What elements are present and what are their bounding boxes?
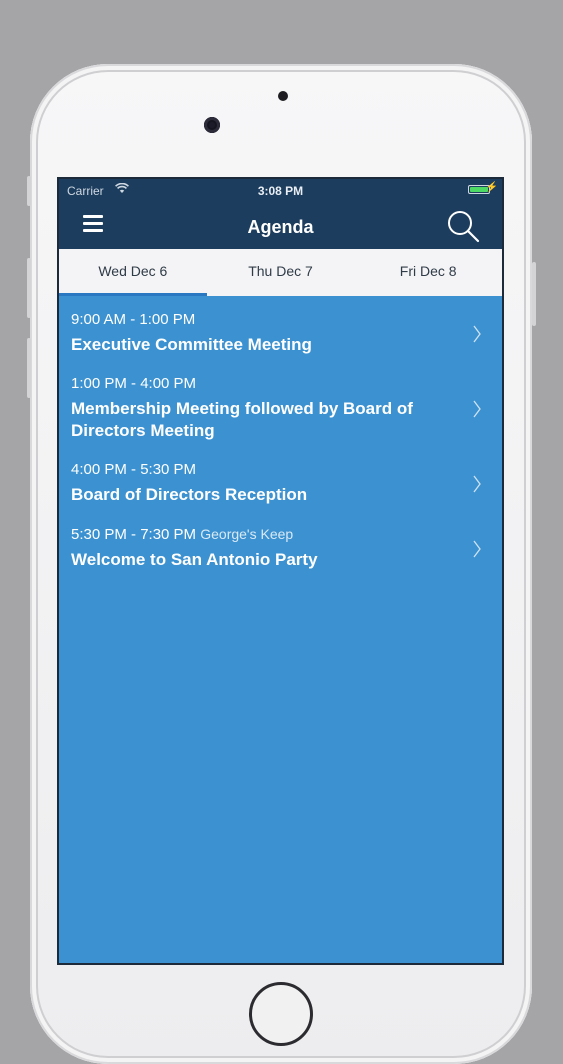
page-title: Agenda bbox=[247, 217, 314, 237]
event-time: 9:00 AM - 1:00 PM bbox=[71, 311, 196, 328]
event-time: 1:00 PM - 4:00 PM bbox=[71, 375, 197, 392]
mute-switch bbox=[27, 176, 31, 206]
nav-bar: Agenda bbox=[59, 203, 502, 249]
front-camera bbox=[204, 117, 220, 133]
home-button[interactable] bbox=[249, 982, 313, 1046]
agenda-list: 9:00 AM - 1:00 PM Executive Committee Me… bbox=[59, 296, 502, 581]
agenda-item[interactable]: 5:30 PM - 7:30 PM George's Keep Welcome … bbox=[59, 516, 502, 581]
event-time: 4:00 PM - 5:30 PM bbox=[71, 461, 197, 478]
volume-down-button bbox=[27, 338, 31, 398]
status-bar: Carrier 3:08 PM ⚡ bbox=[59, 179, 502, 203]
agenda-item[interactable]: 1:00 PM - 4:00 PM Membership Meeting fol… bbox=[59, 366, 502, 452]
event-title: Board of Directors Reception bbox=[71, 485, 308, 504]
chevron-right-icon bbox=[473, 475, 481, 493]
app-screen: Carrier 3:08 PM ⚡ Agenda Wed Dec 6 Thu D… bbox=[57, 177, 504, 965]
agenda-item[interactable]: 4:00 PM - 5:30 PM Board of Directors Rec… bbox=[59, 452, 502, 516]
event-title: Executive Committee Meeting bbox=[71, 335, 312, 354]
power-button bbox=[532, 262, 536, 326]
tab-wed-dec-6[interactable]: Wed Dec 6 bbox=[59, 249, 207, 296]
event-location: George's Keep bbox=[200, 526, 294, 542]
day-tabs: Wed Dec 6 Thu Dec 7 Fri Dec 8 bbox=[59, 249, 502, 296]
event-time: 5:30 PM - 7:30 PM bbox=[71, 526, 197, 543]
event-title: Welcome to San Antonio Party bbox=[71, 550, 318, 569]
status-time: 3:08 PM bbox=[257, 184, 304, 198]
tab-fri-dec-8[interactable]: Fri Dec 8 bbox=[354, 249, 502, 296]
search-icon[interactable] bbox=[446, 209, 480, 243]
agenda-item[interactable]: 9:00 AM - 1:00 PM Executive Committee Me… bbox=[59, 302, 502, 366]
chevron-right-icon bbox=[473, 540, 481, 557]
charging-icon: ⚡ bbox=[485, 182, 498, 193]
chevron-right-icon bbox=[473, 400, 481, 418]
top-bar: Carrier 3:08 PM ⚡ Agenda bbox=[59, 179, 502, 249]
sensor-dot bbox=[278, 91, 288, 101]
chevron-right-icon bbox=[473, 325, 481, 343]
tab-thu-dec-7[interactable]: Thu Dec 7 bbox=[207, 249, 355, 296]
event-title: Membership Meeting followed by Board of … bbox=[71, 399, 413, 440]
volume-up-button bbox=[27, 258, 31, 318]
